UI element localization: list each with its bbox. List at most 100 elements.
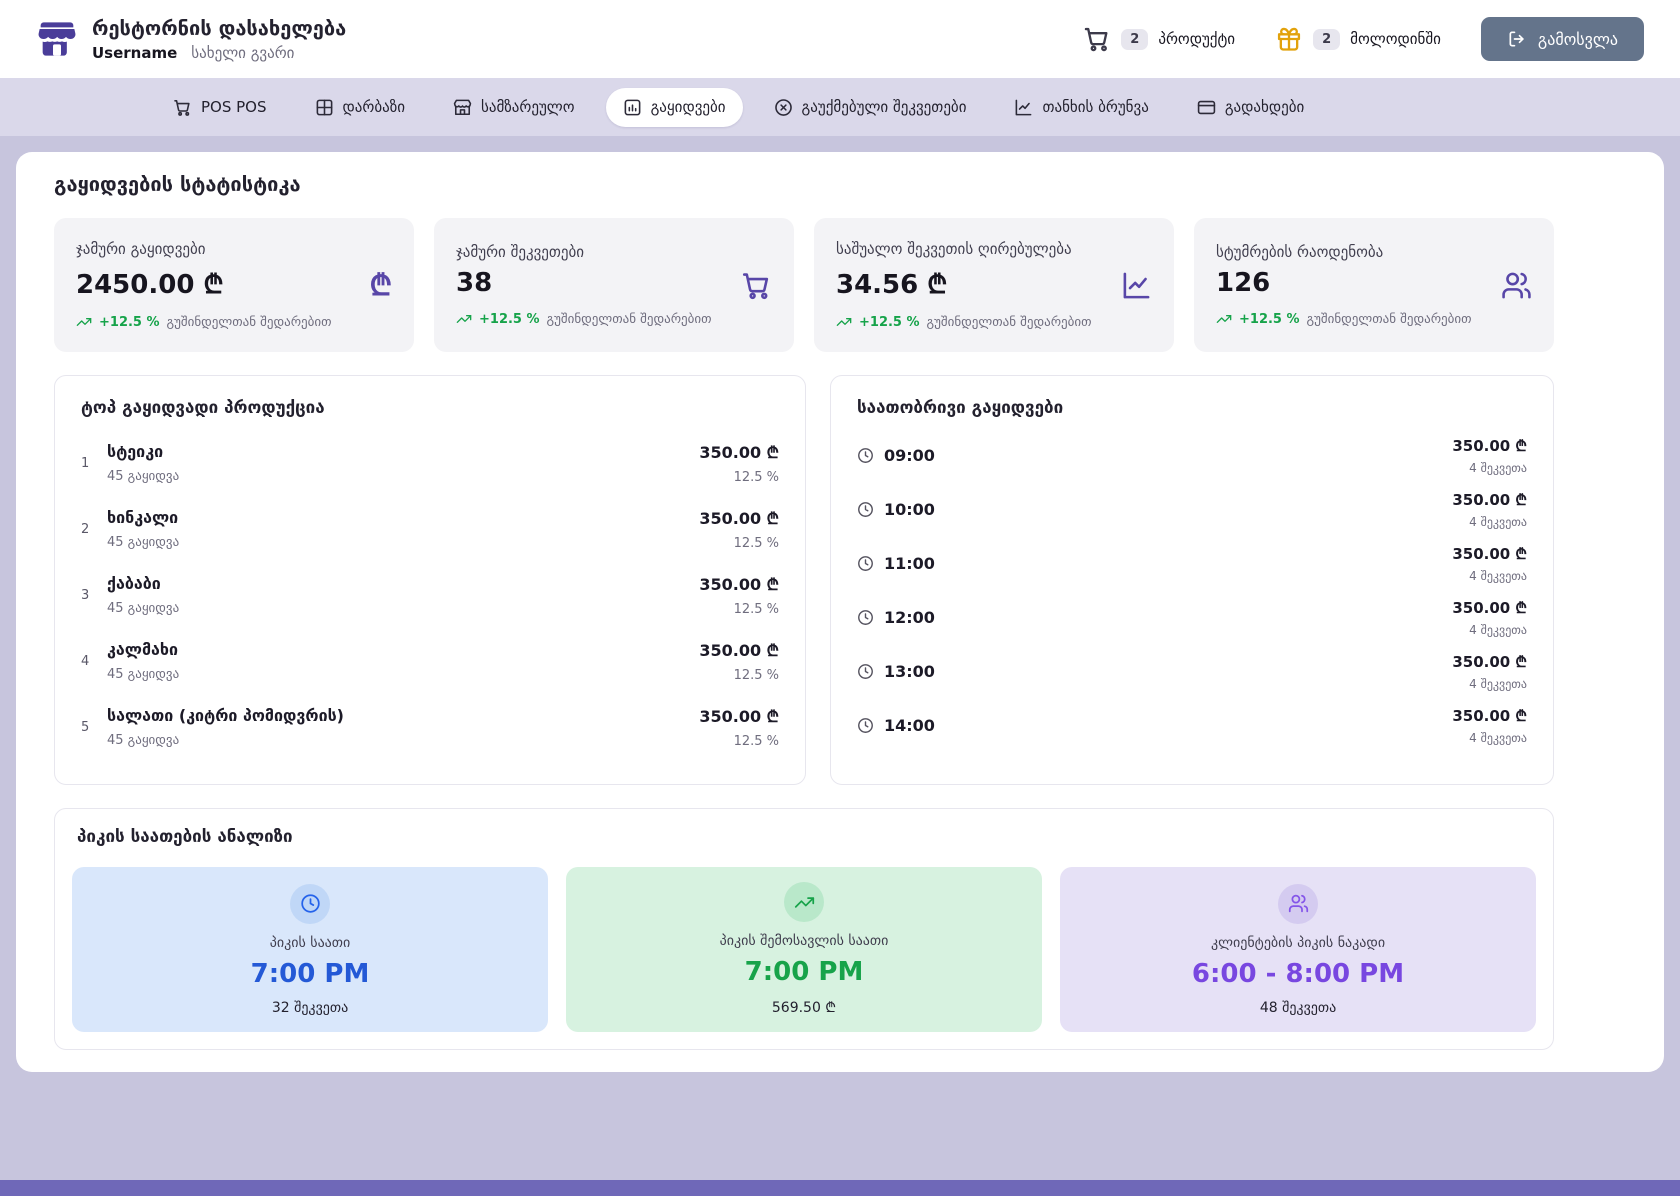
tab-cancelled-orders[interactable]: გაუქმებული შეკვეთები	[757, 88, 984, 127]
brand-text: რესტორნის დასახელება Username სახელი გვა…	[92, 16, 346, 62]
hour-orders: 4 შეკვეთა	[1452, 461, 1527, 475]
line-chart-icon	[1121, 270, 1152, 301]
product-row: 1 სტეიკი 45 გაყიდვა 350.00 ₾ 12.5 %	[81, 430, 779, 496]
stat-compare: გუშინდელთან შედარებით	[1307, 312, 1472, 327]
peak-card-value: 7:00 PM	[251, 959, 370, 989]
tab-payments[interactable]: გადახდები	[1180, 88, 1321, 127]
product-sold: 45 გაყიდვა	[107, 667, 179, 682]
product-amount: 350.00 ₾	[699, 573, 779, 595]
logout-icon	[1507, 29, 1527, 49]
stat-value: 38	[456, 268, 741, 298]
grid-icon	[315, 98, 334, 117]
hour-row: 12:00 350.00 ₾ 4 შეკვეთა	[857, 590, 1527, 644]
peak-card-sub: 569.50 ₾	[772, 998, 836, 1017]
cart-products-indicator[interactable]: 2 პროდუქტი	[1083, 25, 1235, 53]
peak-card-label: პიკის შემოსავლის საათი	[720, 933, 889, 949]
logout-button[interactable]: გამოსვლა	[1481, 17, 1644, 61]
hour-orders: 4 შეკვეთა	[1452, 569, 1527, 583]
product-rank: 2	[81, 522, 107, 537]
clock-icon	[857, 447, 874, 464]
product-sold: 45 გაყიდვა	[107, 733, 344, 748]
x-circle-icon	[774, 98, 793, 117]
product-row: 5 სალათი (კიტრი პომიდვრის) 45 გაყიდვა 35…	[81, 694, 779, 760]
product-sold: 45 გაყიდვა	[107, 601, 179, 616]
stat-compare: გუშინდელთან შედარებით	[167, 315, 332, 330]
hour-time: 11:00	[884, 554, 935, 573]
users-icon	[1501, 270, 1532, 301]
hour-amount: 350.00 ₾	[1452, 706, 1527, 726]
cart-icon	[741, 270, 772, 301]
hour-row: 11:00 350.00 ₾ 4 შეკვეთა	[857, 536, 1527, 590]
pos-icon	[173, 98, 192, 117]
cart-count-badge: 2	[1121, 29, 1148, 50]
top-products-title: ტოპ გაყიდვადი პროდუქცია	[81, 398, 779, 418]
cart-label: პროდუქტი	[1158, 30, 1235, 48]
hour-amount: 350.00 ₾	[1452, 652, 1527, 672]
tab-hall[interactable]: დარბაზი	[298, 88, 422, 127]
product-amount: 350.00 ₾	[699, 441, 779, 463]
logout-label: გამოსვლა	[1538, 30, 1618, 49]
hour-row: 14:00 350.00 ₾ 4 შეკვეთა	[857, 698, 1527, 752]
stat-change: +12.5 %	[859, 315, 920, 330]
tab-kitchen[interactable]: სამზარეულო	[436, 88, 592, 127]
stat-label: ჯამური შეკვეთები	[456, 243, 741, 261]
tab-label: დარბაზი	[343, 98, 405, 116]
stat-change: +12.5 %	[1239, 312, 1300, 327]
hour-row: 10:00 350.00 ₾ 4 შეკვეთა	[857, 482, 1527, 536]
tab-label: სამზარეულო	[481, 98, 575, 116]
tab-label: POS POS	[201, 98, 267, 116]
product-name: ქაბაბი	[107, 574, 179, 593]
line-chart-icon	[1014, 98, 1033, 117]
clock-icon	[857, 609, 874, 626]
product-percent: 12.5 %	[699, 734, 779, 749]
product-sold: 45 გაყიდვა	[107, 469, 179, 484]
stat-label: საშუალო შეკვეთის ღირებულება	[836, 240, 1121, 258]
peak-hours-title: პიკის საათების ანალიზი	[72, 827, 1536, 847]
header-actions: 2 პროდუქტი 2 მოლოდინში გამოსვლა	[1083, 17, 1644, 61]
hour-orders: 4 შეკვეთა	[1452, 731, 1527, 745]
stat-change: +12.5 %	[479, 312, 540, 327]
hour-row: 09:00 350.00 ₾ 4 შეკვეთა	[857, 428, 1527, 482]
product-row: 2 ხინკალი 45 გაყიდვა 350.00 ₾ 12.5 %	[81, 496, 779, 562]
stat-value: 34.56 ₾	[836, 265, 1121, 301]
product-percent: 12.5 %	[699, 470, 779, 485]
peak-card-label: კლიენტების პიკის ნაკადი	[1211, 935, 1385, 951]
clock-icon	[857, 663, 874, 680]
product-percent: 12.5 %	[699, 668, 779, 683]
tab-pos[interactable]: POS POS	[156, 88, 284, 127]
tab-turnover[interactable]: თანხის ბრუნვა	[997, 88, 1165, 127]
peak-card-sub: 48 შეკვეთა	[1260, 1000, 1336, 1016]
trend-up-icon	[456, 311, 472, 327]
footer-bar	[0, 1180, 1680, 1196]
product-rank: 1	[81, 456, 107, 471]
trend-up-icon	[76, 314, 92, 330]
tab-label: გაუქმებული შეკვეთები	[802, 98, 967, 116]
page-title: გაყიდვების სტატისტიკა	[54, 172, 1554, 196]
product-amount: 350.00 ₾	[699, 639, 779, 661]
stats-row: ჯამური გაყიდვები 2450.00 ₾ +12.5 % გუშინ…	[54, 218, 1554, 352]
trend-up-icon	[794, 892, 815, 913]
product-name: კალმახი	[107, 640, 179, 659]
trend-up-icon	[836, 314, 852, 330]
app-header: რესტორნის დასახელება Username სახელი გვა…	[0, 0, 1680, 78]
tab-sales[interactable]: გაყიდვები	[606, 88, 743, 127]
hour-orders: 4 შეკვეთა	[1452, 623, 1527, 637]
stat-compare: გუშინდელთან შედარებით	[927, 315, 1092, 330]
tab-label: გაყიდვები	[651, 98, 726, 116]
product-sold: 45 გაყიდვა	[107, 535, 179, 550]
stat-label: სტუმრების რაოდენობა	[1216, 243, 1501, 261]
hour-time: 12:00	[884, 608, 935, 627]
peak-card-value: 6:00 - 8:00 PM	[1192, 959, 1404, 989]
hour-amount: 350.00 ₾	[1452, 490, 1527, 510]
gift-icon	[1275, 25, 1303, 53]
hourly-sales-title: საათობრივი გაყიდვები	[857, 398, 1527, 418]
hour-time: 10:00	[884, 500, 935, 519]
stat-value: 126	[1216, 268, 1501, 298]
peak-card-sub: 32 შეკვეთა	[272, 1000, 348, 1016]
pending-orders-indicator[interactable]: 2 მოლოდინში	[1275, 25, 1441, 53]
hour-time: 14:00	[884, 716, 935, 735]
peak-card-label: პიკის საათი	[270, 935, 351, 951]
clock-icon	[857, 717, 874, 734]
product-row: 3 ქაბაბი 45 გაყიდვა 350.00 ₾ 12.5 %	[81, 562, 779, 628]
stat-card-total-sales: ჯამური გაყიდვები 2450.00 ₾ +12.5 % გუშინ…	[54, 218, 414, 352]
